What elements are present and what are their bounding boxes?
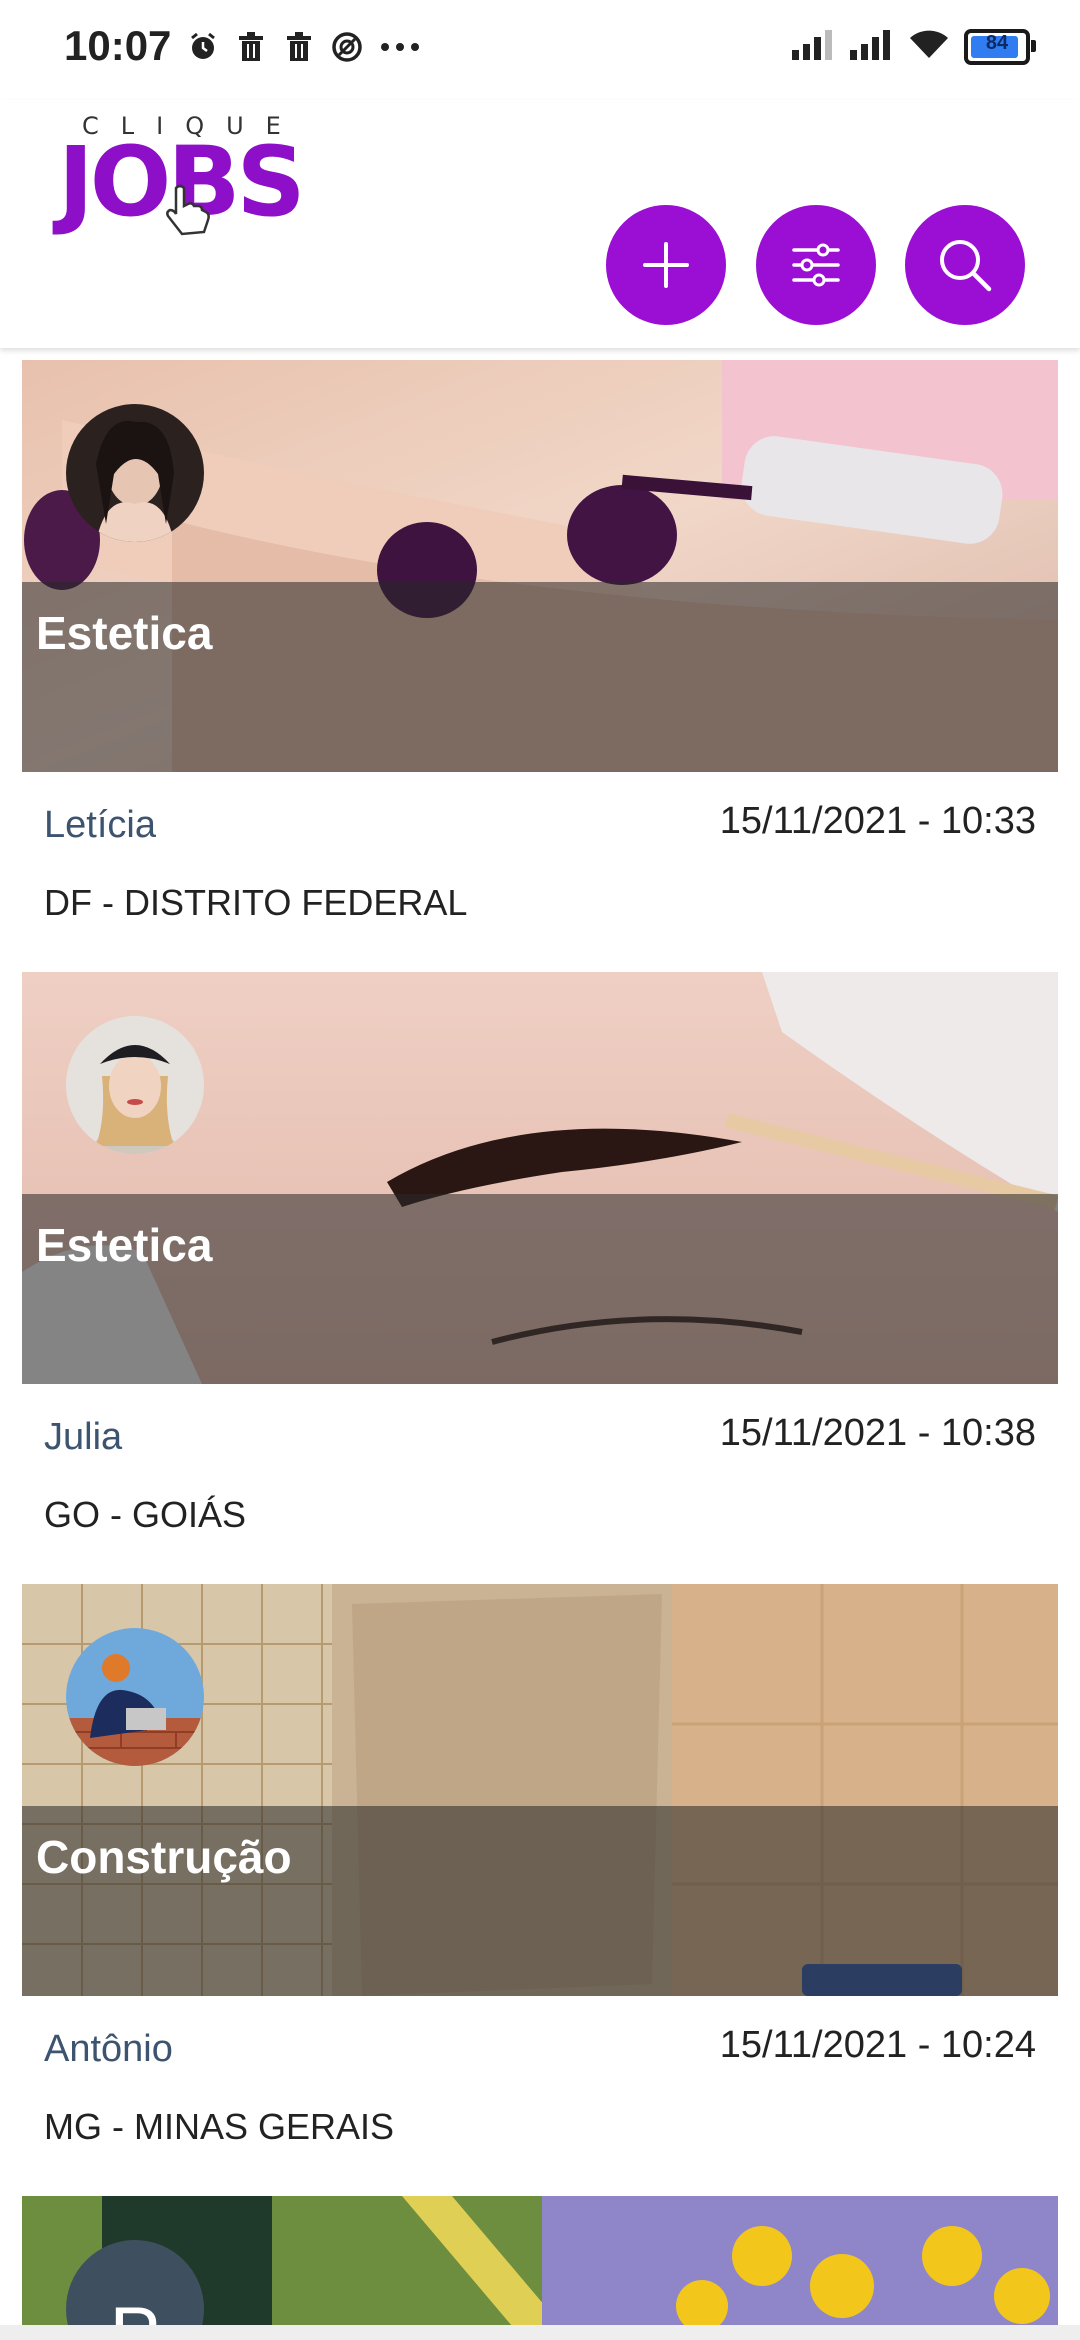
filter-button[interactable] — [756, 205, 876, 325]
card-image: Estetica — [22, 360, 1058, 772]
vpn-icon — [330, 30, 364, 64]
card-name: Julia — [44, 1416, 123, 1458]
card-name: Antônio — [44, 2028, 173, 2070]
avatar — [66, 1016, 204, 1154]
search-button[interactable] — [905, 205, 1025, 325]
plus-icon — [643, 242, 689, 288]
alarm-icon — [186, 30, 220, 64]
signal-icon — [792, 28, 836, 65]
app-logo[interactable]: CLIQUE JOBS — [58, 112, 318, 236]
card-location: DF - DISTRITO FEDERAL — [44, 882, 468, 923]
status-icons-left — [186, 30, 422, 64]
card-date: 15/11/2021 - 10:33 — [719, 800, 1036, 842]
status-bar: 10:07 84 — [0, 0, 1080, 100]
add-button[interactable] — [606, 205, 726, 325]
avatar — [66, 404, 204, 542]
battery-level: 84 — [985, 31, 1009, 54]
status-icons-right: 84 — [792, 28, 1036, 65]
card-name: Letícia — [44, 804, 156, 846]
card-image: Construção — [22, 1584, 1058, 1996]
card-image: Estetica — [22, 972, 1058, 1384]
card-date: 15/11/2021 - 10:24 — [719, 2024, 1036, 2066]
card-image: P — [22, 2196, 1058, 2326]
avatar — [66, 1628, 204, 1766]
trash-icon — [234, 30, 268, 64]
card-date: 15/11/2021 - 10:38 — [719, 1412, 1036, 1454]
battery-icon: 84 — [964, 28, 1036, 65]
wifi-icon — [908, 28, 950, 65]
card-location: MG - MINAS GERAIS — [44, 2106, 395, 2147]
signal-icon — [850, 28, 894, 65]
bottom-edge — [0, 2325, 1080, 2340]
trash-icon — [282, 30, 316, 64]
card-location: GO - GOIÁS — [44, 1494, 247, 1535]
card-category: Estetica — [36, 1219, 213, 1271]
search-icon — [940, 240, 992, 292]
pointer-hand-icon — [166, 184, 210, 236]
card-category: Estetica — [36, 607, 213, 659]
card-category: Construção — [36, 1831, 292, 1883]
more-icon — [378, 30, 422, 64]
status-time: 10:07 — [64, 22, 172, 69]
sliders-icon — [792, 243, 840, 287]
